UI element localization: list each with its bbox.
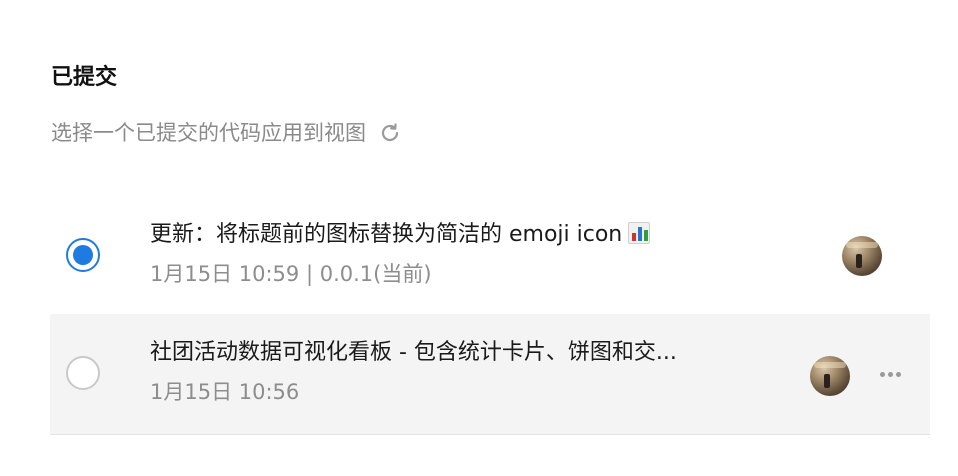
commit-radio-selected[interactable] (66, 238, 100, 272)
commit-row[interactable]: 更新：将标题前的图标替换为简洁的 emoji icon 1月15日 10:59 … (50, 196, 930, 316)
commit-meta: 1月15日 10:59 | 0.0.1(当前) (150, 262, 432, 286)
commit-message: 社团活动数据可视化看板 - 包含统计卡片、饼图和交... (150, 340, 677, 365)
subtitle-row: 选择一个已提交的代码应用到视图 (51, 116, 402, 150)
section-subtitle: 选择一个已提交的代码应用到视图 (51, 121, 366, 145)
commit-row[interactable]: 社团活动数据可视化看板 - 包含统计卡片、饼图和交... 1月15日 10:56 (50, 314, 930, 435)
commit-meta: 1月15日 10:56 (150, 380, 300, 404)
avatar (810, 356, 850, 396)
section-title: 已提交 (51, 65, 118, 90)
bar-chart-emoji-icon (628, 222, 651, 244)
more-icon[interactable] (876, 364, 904, 384)
commit-message: 更新：将标题前的图标替换为简洁的 emoji icon (150, 222, 623, 247)
refresh-icon[interactable] (378, 121, 402, 145)
commit-radio[interactable] (66, 356, 100, 390)
avatar (842, 236, 882, 276)
commit-message-line: 更新：将标题前的图标替换为简洁的 emoji icon (150, 218, 651, 252)
